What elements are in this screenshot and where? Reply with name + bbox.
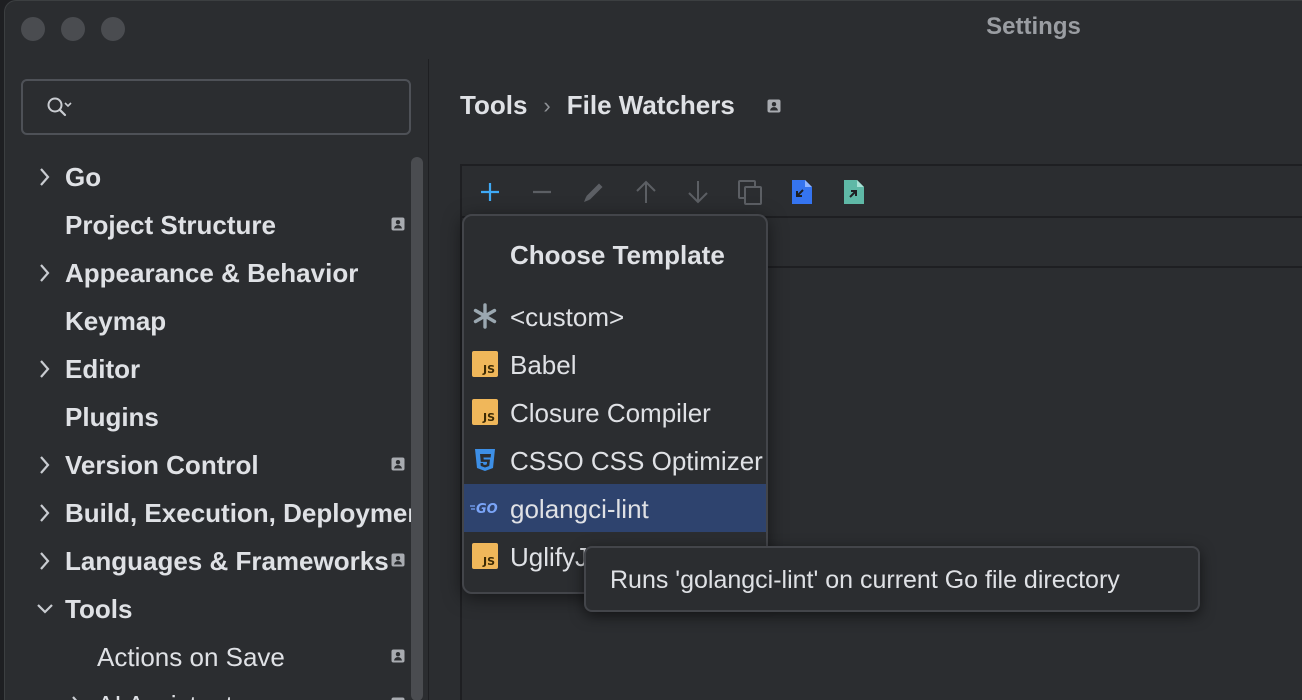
edit-icon[interactable] bbox=[578, 176, 610, 208]
js-icon: JS bbox=[472, 399, 498, 425]
template-item-closure-compiler[interactable]: JS Closure Compiler bbox=[464, 388, 766, 436]
sidebar-item-plugins[interactable]: Plugins bbox=[5, 393, 415, 441]
asterisk-icon bbox=[473, 303, 497, 329]
import-icon[interactable] bbox=[786, 176, 818, 208]
search-icon bbox=[47, 97, 72, 117]
sidebar-item-languages-frameworks[interactable]: Languages & Frameworks bbox=[5, 537, 415, 585]
breadcrumb-separator: › bbox=[543, 92, 551, 118]
js-icon: JS bbox=[472, 351, 498, 377]
chevron-right-icon[interactable] bbox=[35, 261, 55, 285]
watchers-toolbar bbox=[462, 166, 1302, 218]
template-name: <custom> bbox=[510, 302, 625, 332]
window-title: Settings bbox=[986, 13, 1081, 40]
chevron-right-icon[interactable] bbox=[35, 453, 55, 477]
project-level-icon bbox=[767, 99, 781, 112]
breadcrumb-parent[interactable]: Tools bbox=[460, 90, 527, 121]
template-name: Closure Compiler bbox=[510, 398, 711, 428]
sidebar-item-label: Version Control bbox=[65, 450, 259, 480]
sidebar-item-tools[interactable]: Tools bbox=[5, 585, 415, 633]
sidebar-item-label: Languages & Frameworks bbox=[65, 546, 389, 576]
chevron-right-icon[interactable] bbox=[35, 549, 55, 573]
project-level-icon bbox=[391, 457, 405, 471]
breadcrumb: Tools › File Watchers bbox=[460, 90, 781, 121]
template-item-babel[interactable]: JS Babel bbox=[464, 340, 766, 388]
project-level-icon bbox=[391, 217, 405, 231]
sidebar-item-label: Plugins bbox=[65, 402, 159, 432]
sidebar-item-project-structure[interactable]: Project Structure bbox=[5, 201, 415, 249]
chevron-right-icon[interactable] bbox=[35, 357, 55, 381]
sidebar-item-label: Editor bbox=[65, 354, 141, 384]
move-up-icon[interactable] bbox=[630, 176, 662, 208]
chevron-down-icon[interactable] bbox=[35, 597, 55, 621]
template-name: golangci-lint bbox=[510, 494, 649, 524]
sidebar-item-appearance-behavior[interactable]: Appearance & Behavior bbox=[5, 249, 415, 297]
sidebar-item-label: Appearance & Behavior bbox=[65, 258, 359, 288]
export-icon[interactable] bbox=[838, 176, 870, 208]
js-icon: JS bbox=[472, 543, 498, 569]
sidebar-item-label: Project Structure bbox=[65, 210, 276, 240]
remove-icon[interactable] bbox=[526, 176, 558, 208]
add-icon[interactable] bbox=[474, 176, 506, 208]
watchers-table-header bbox=[768, 218, 1302, 268]
template-item-csso[interactable]: CSSO CSS Optimizer bbox=[464, 436, 766, 484]
template-item-custom[interactable]: <custom> bbox=[464, 292, 766, 340]
sidebar-item-label: Actions on Save bbox=[97, 642, 285, 672]
template-item-golangci-lint[interactable]: GO golangci-lint bbox=[464, 484, 766, 532]
settings-sidebar: Go Project Structure Appearance & Behavior… bbox=[5, 59, 429, 700]
move-down-icon[interactable] bbox=[682, 176, 714, 208]
project-level-icon bbox=[391, 553, 405, 567]
settings-tree: Go Project Structure Appearance & Behavior… bbox=[5, 153, 415, 700]
chevron-right-icon[interactable] bbox=[67, 693, 87, 700]
template-tooltip: Runs 'golangci-lint' on current Go file … bbox=[584, 546, 1200, 612]
sidebar-item-actions-on-save[interactable]: Actions on Save bbox=[5, 633, 415, 681]
sidebar-item-build-execution-deployment[interactable]: Build, Execution, Deployment bbox=[5, 489, 415, 537]
sidebar-scrollbar[interactable] bbox=[411, 157, 423, 700]
sidebar-item-ai-assistant[interactable]: AI Assistant bbox=[5, 681, 415, 700]
css3-icon bbox=[475, 449, 495, 471]
sidebar-item-label: Tools bbox=[65, 594, 133, 624]
sidebar-item-keymap[interactable]: Keymap bbox=[5, 297, 415, 345]
sidebar-item-version-control[interactable]: Version Control bbox=[5, 441, 415, 489]
sidebar-item-label: Build, Execution, Deployment bbox=[65, 498, 415, 528]
project-level-icon bbox=[391, 649, 405, 663]
breadcrumb-current: File Watchers bbox=[566, 90, 735, 120]
sidebar-item-editor[interactable]: Editor bbox=[5, 345, 415, 393]
choose-template-popup: Choose Template <custom> JS Babel JS Clo… bbox=[462, 214, 768, 594]
sidebar-item-go[interactable]: Go bbox=[5, 153, 415, 201]
template-name: Babel bbox=[510, 350, 577, 380]
sidebar-item-label: Keymap bbox=[65, 306, 167, 336]
popup-title: Choose Template bbox=[510, 240, 725, 270]
copy-icon[interactable] bbox=[734, 176, 766, 208]
chevron-right-icon[interactable] bbox=[35, 165, 55, 189]
settings-search-input[interactable] bbox=[21, 79, 411, 135]
go-icon: GO bbox=[470, 502, 498, 517]
svg-text:GO: GO bbox=[476, 502, 498, 517]
template-name: CSSO CSS Optimizer bbox=[510, 446, 763, 476]
sidebar-item-label: Go bbox=[65, 162, 102, 192]
sidebar-item-label: AI Assistant bbox=[97, 690, 233, 700]
chevron-right-icon[interactable] bbox=[35, 501, 55, 525]
